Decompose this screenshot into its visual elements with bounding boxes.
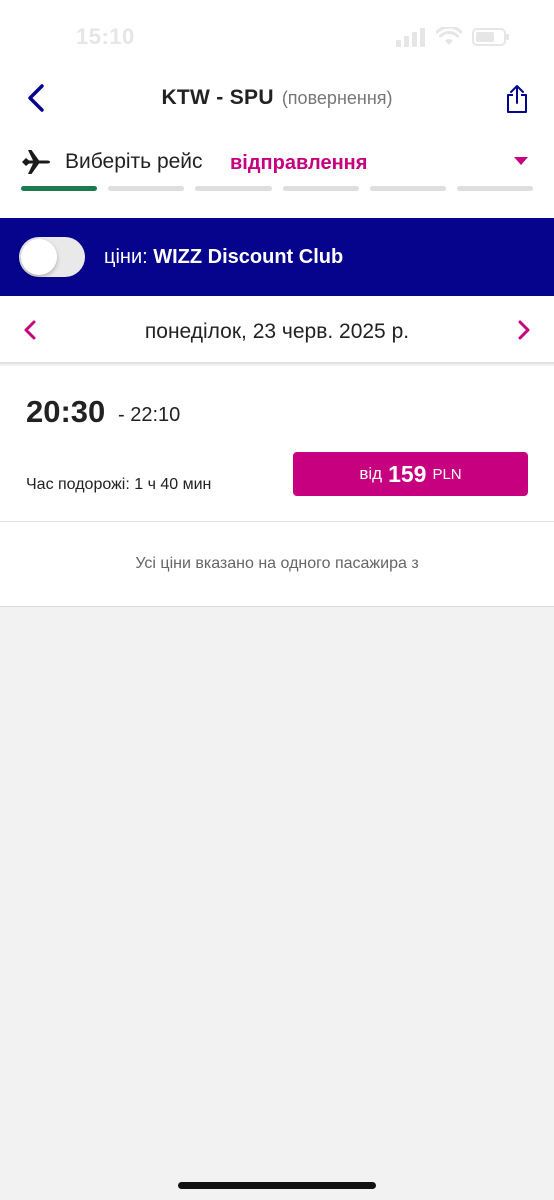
club-name: WIZZ Discount Club	[153, 246, 344, 268]
route-type: (повернення)	[281, 88, 393, 108]
discount-club-label: ціни: WIZZ Discount Club	[104, 246, 343, 269]
share-icon	[507, 85, 527, 113]
wifi-icon	[436, 27, 462, 45]
progress-segment	[108, 186, 185, 191]
progress-segment	[21, 186, 98, 191]
toggle-knob	[21, 239, 57, 275]
departure-time: 20:30	[26, 394, 106, 429]
discount-club-bar: ціни: WIZZ Discount Club	[0, 218, 554, 296]
selected-date: понеділок, 23 черв. 2025 р.	[144, 320, 410, 343]
progress-segment	[282, 186, 359, 191]
step-value: відправлення	[230, 152, 368, 174]
share-button[interactable]	[500, 80, 534, 118]
next-day-button[interactable]	[510, 316, 538, 344]
header: KTW - SPU (повернення)	[0, 70, 554, 130]
arrival-time: - 22:10	[118, 404, 181, 426]
home-indicator[interactable]	[178, 1182, 376, 1189]
club-prefix: ціни:	[104, 246, 148, 268]
airplane-icon	[22, 150, 50, 174]
signal-icon	[396, 28, 425, 47]
progress-segment	[195, 186, 272, 191]
status-icons	[396, 27, 510, 47]
step-progress	[21, 186, 534, 191]
progress-segment	[369, 186, 446, 191]
chevron-right-icon	[518, 320, 530, 340]
select-fare-button[interactable]: від 159 PLN	[293, 452, 528, 496]
price-note: Усі ціни вказано на одного пасажира з	[0, 522, 554, 607]
flight-step-selector[interactable]: Виберіть рейс відправлення	[0, 140, 554, 186]
discount-club-toggle[interactable]	[19, 237, 85, 277]
price-from-label: від	[359, 464, 383, 483]
battery-icon	[472, 28, 509, 46]
status-bar: 15:10	[0, 0, 554, 70]
route-code: KTW - SPU	[161, 86, 274, 109]
price-amount: 159	[388, 460, 427, 487]
caret-down-icon	[514, 157, 528, 165]
route-title: KTW - SPU (повернення)	[0, 86, 554, 110]
step-label: Виберіть рейс	[65, 150, 203, 173]
progress-segment	[456, 186, 534, 191]
status-time: 15:10	[76, 24, 135, 49]
price-note-text: Усі ціни вказано на одного пасажира з	[135, 555, 419, 572]
price-currency: PLN	[432, 465, 462, 483]
flight-duration: Час подорожі: 1 ч 40 мин	[26, 476, 212, 493]
date-navigator: понеділок, 23 черв. 2025 р.	[0, 296, 554, 364]
flight-card: 20:30 - 22:10 Час подорожі: 1 ч 40 мин в…	[0, 366, 554, 522]
